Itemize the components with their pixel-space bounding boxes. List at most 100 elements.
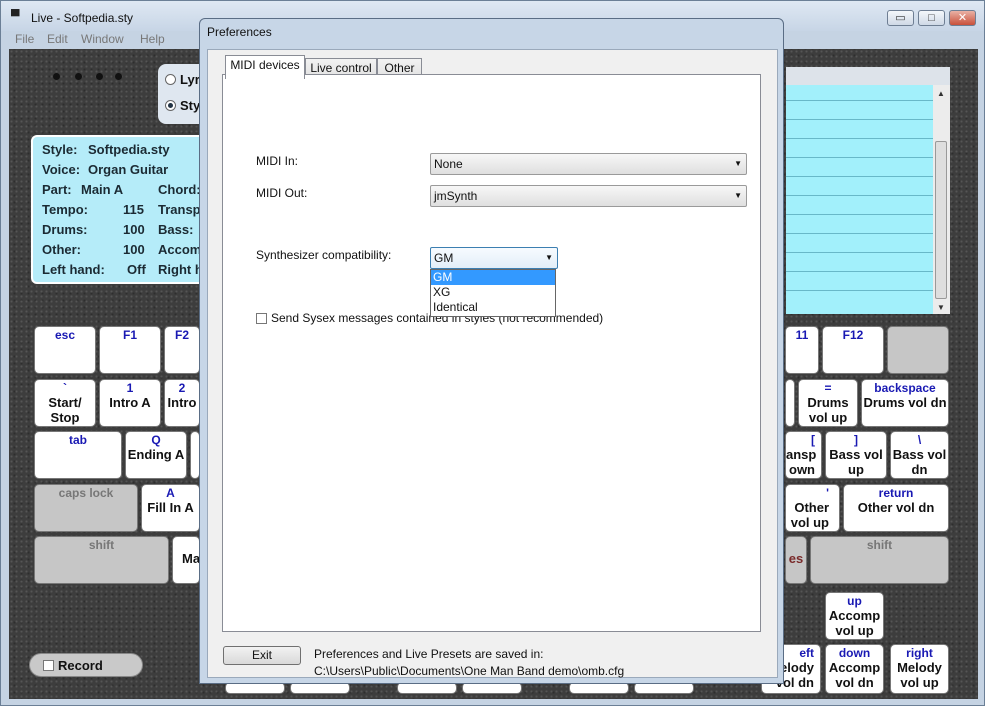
menu-help[interactable]: Help (140, 32, 165, 46)
synth-compat-select[interactable]: GM ▼ (430, 247, 558, 269)
key-return[interactable]: return Other vol dn (843, 484, 949, 532)
key-1-label: 1 (126, 381, 134, 395)
key-q-label: Q (151, 433, 161, 447)
key-dash[interactable] (785, 379, 795, 427)
scroll-down-arrow-icon[interactable]: ▼ (937, 303, 945, 312)
record-label: Record (58, 658, 103, 673)
indicator-dot (96, 73, 103, 80)
key-f1-label: F1 (122, 328, 137, 342)
radio-style[interactable] (165, 100, 176, 111)
lyrics-line (786, 252, 933, 253)
key-capslock[interactable]: caps lock (34, 484, 138, 532)
lyrics-scrollbar[interactable]: ▲ ▼ (933, 85, 950, 314)
key-f11-label: 11 (795, 328, 809, 342)
scroll-thumb[interactable] (935, 141, 947, 299)
key-q-action: Ending A (127, 447, 185, 462)
synth-compat-label: Synthesizer compatibility: (256, 248, 392, 262)
midi-out-value: jmSynth (434, 189, 478, 203)
key-esc[interactable]: esc (34, 326, 96, 374)
tempo-label: Tempo: (42, 202, 88, 217)
chevron-down-icon: ▼ (545, 253, 553, 262)
key-left-shift[interactable]: shift (34, 536, 169, 584)
sysex-checkbox[interactable] (256, 313, 267, 324)
key-return-label: return (878, 486, 914, 500)
synth-compat-dropdown: GM XG Identical (430, 269, 556, 317)
part-label: Part: (42, 182, 72, 197)
option-gm[interactable]: GM (431, 270, 555, 285)
key-f11[interactable]: 11 (785, 326, 819, 374)
minimize-button[interactable]: ▭ (887, 10, 914, 26)
voice-value: Organ Guitar (88, 162, 169, 177)
key-f12-label: F12 (842, 328, 864, 342)
voice-label: Voice: (42, 162, 81, 177)
key-right-label: right (906, 646, 933, 660)
key-backspace[interactable]: backspace Drums vol dn (861, 379, 949, 427)
midi-in-select[interactable]: None ▼ (430, 153, 747, 175)
chord-label: Chord: (158, 182, 201, 197)
close-button[interactable]: ✕ (949, 10, 976, 26)
key-tab-label: tab (69, 433, 87, 447)
synth-compat-value: GM (434, 251, 454, 265)
key-rbracket-action: Bass vol up (829, 447, 883, 477)
midi-in-value: None (434, 157, 463, 171)
lyrics-line (786, 100, 933, 101)
lyrics-line (786, 195, 933, 196)
key-p-label: [ (811, 433, 815, 447)
tab-midi-devices[interactable]: MIDI devices (225, 55, 305, 79)
lyrics-list[interactable] (786, 85, 933, 314)
lyrics-line (786, 176, 933, 177)
key-z[interactable]: Ma (172, 536, 200, 584)
key-f2[interactable]: F2 (164, 326, 200, 374)
key-a[interactable]: A Fill In A (141, 484, 200, 532)
radio-style-label: Sty (180, 98, 201, 113)
key-f2-label: F2 (174, 328, 189, 342)
key-backspace-label: backspace (874, 381, 936, 395)
key-right[interactable]: right Melody vol up (890, 644, 949, 694)
menu-window[interactable]: Window (81, 32, 124, 46)
record-checkbox[interactable] (43, 660, 54, 671)
part-value: Main A (81, 182, 124, 197)
key-slash[interactable]: es (785, 536, 807, 584)
key-rbracket-label: ] (854, 433, 858, 447)
key-slash-action: es (788, 551, 804, 566)
key-p[interactable]: [ansp own (785, 431, 822, 479)
key-backslash[interactable]: \ Bass vol dn (890, 431, 949, 479)
key-equals[interactable]: = Drums vol up (798, 379, 858, 427)
exit-button[interactable]: Exit (223, 646, 301, 665)
key-q[interactable]: Q Ending A (125, 431, 187, 479)
key-f1[interactable]: F1 (99, 326, 161, 374)
lyrics-line (786, 157, 933, 158)
lyrics-line (786, 271, 933, 272)
key-down[interactable]: down Accomp vol dn (825, 644, 884, 694)
key-blank[interactable] (887, 326, 949, 374)
menu-edit[interactable]: Edit (47, 32, 68, 46)
key-right-shift[interactable]: shift (810, 536, 949, 584)
key-equals-action: Drums vol up (807, 395, 849, 425)
saved-info-label: Preferences and Live Presets are saved i… (314, 647, 544, 661)
midi-out-select[interactable]: jmSynth ▼ (430, 185, 747, 207)
key-down-action: Accomp vol dn (828, 660, 881, 690)
saved-path: C:\Users\Public\Documents\One Man Band d… (314, 664, 625, 678)
key-quote[interactable]: ' Other vol up (785, 484, 840, 532)
key-f12[interactable]: F12 (822, 326, 884, 374)
indicator-dot (53, 73, 60, 80)
key-right-action: Melody vol up (897, 660, 942, 690)
maximize-button[interactable]: □ (918, 10, 945, 26)
key-up-label: up (847, 594, 862, 608)
key-right-shift-label: shift (866, 538, 893, 552)
dialog-title: Preferences (207, 25, 272, 39)
key-backtick[interactable]: ` Start/ Stop (34, 379, 96, 427)
key-rbracket[interactable]: ] Bass vol up (825, 431, 887, 479)
option-identical[interactable]: Identical (431, 300, 555, 315)
indicator-dot (115, 73, 122, 80)
key-quote-label: ' (826, 486, 829, 500)
menu-file[interactable]: File (15, 32, 34, 46)
option-xg[interactable]: XG (431, 285, 555, 300)
scroll-up-arrow-icon[interactable]: ▲ (937, 89, 945, 98)
radio-lyrics[interactable] (165, 74, 176, 85)
key-1[interactable]: 1 Intro A (99, 379, 161, 427)
record-toggle[interactable]: Record (29, 653, 143, 677)
key-tab[interactable]: tab (34, 431, 122, 479)
key-up[interactable]: up Accomp vol up (825, 592, 884, 640)
key-2[interactable]: 2 Intro (164, 379, 200, 427)
